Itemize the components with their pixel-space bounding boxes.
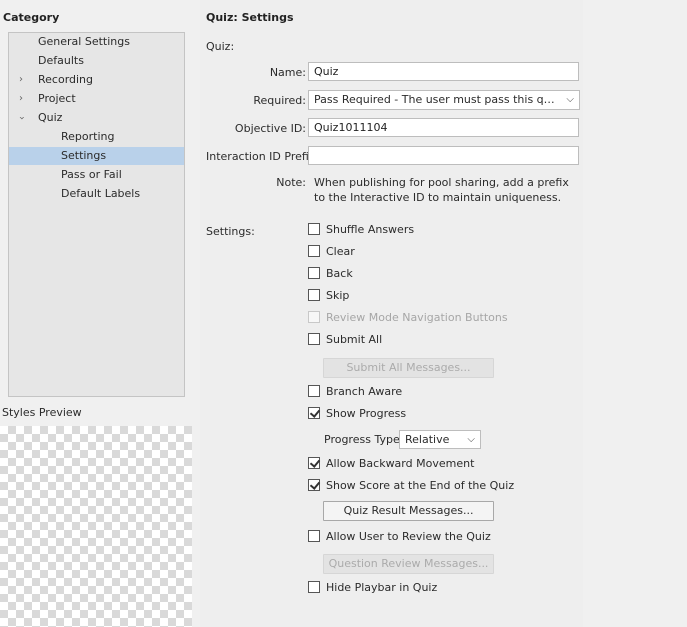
checkbox-label: Back bbox=[326, 267, 353, 280]
tree-item-label: Reporting bbox=[61, 130, 115, 143]
required-dropdown-value: Pass Required - The user must pass this … bbox=[314, 93, 579, 106]
checkbox-box[interactable] bbox=[308, 267, 320, 279]
tree-item-quiz[interactable]: › Quiz bbox=[9, 109, 184, 127]
name-input[interactable] bbox=[308, 62, 579, 81]
checkbox-label: Skip bbox=[326, 289, 350, 302]
progress-type-label: Progress Type: bbox=[324, 433, 404, 446]
note-label: Note: bbox=[276, 176, 306, 189]
question-review-messages-button: Question Review Messages... bbox=[323, 554, 494, 574]
checkbox-label: Review Mode Navigation Buttons bbox=[326, 311, 508, 324]
tree-item-reporting[interactable]: Reporting bbox=[9, 128, 184, 146]
checkbox-box[interactable] bbox=[308, 385, 320, 397]
required-dropdown[interactable]: Pass Required - The user must pass this … bbox=[308, 90, 580, 110]
chevron-right-icon[interactable]: › bbox=[16, 90, 26, 108]
tree-item-label: Quiz bbox=[38, 111, 63, 124]
tree-item-label: Project bbox=[38, 92, 76, 105]
progress-type-dropdown[interactable]: Relative ⌵ bbox=[399, 430, 481, 449]
progress-type-value: Relative bbox=[405, 433, 450, 446]
chevron-down-icon: ⌵ bbox=[467, 434, 475, 445]
submit-all-messages-button: Submit All Messages... bbox=[323, 358, 494, 378]
tree-item-default-labels[interactable]: Default Labels bbox=[9, 185, 184, 203]
interaction-id-prefix-label: Interaction ID Prefix: bbox=[206, 150, 320, 163]
checkbox-box[interactable] bbox=[308, 289, 320, 301]
tree-item-general-settings[interactable]: General Settings bbox=[9, 33, 184, 51]
checkbox-box[interactable] bbox=[308, 333, 320, 345]
checkbox-box[interactable] bbox=[308, 479, 320, 491]
settings-section-label: Settings: bbox=[206, 225, 255, 238]
tree-item-recording[interactable]: › Recording bbox=[9, 71, 184, 89]
styles-preview-canvas bbox=[0, 426, 192, 627]
checkbox-label: Allow User to Review the Quiz bbox=[326, 530, 491, 543]
tree-item-label: Default Labels bbox=[61, 187, 141, 200]
checkbox-label: Show Progress bbox=[326, 407, 407, 420]
checkbox-label: Branch Aware bbox=[326, 385, 403, 398]
checkbox-box[interactable] bbox=[308, 457, 320, 469]
chevron-down-icon: ⌵ bbox=[566, 94, 574, 105]
page-title: Quiz: Settings bbox=[206, 11, 294, 24]
checkbox-label: Clear bbox=[326, 245, 355, 258]
category-heading: Category bbox=[3, 11, 60, 24]
tree-item-pass-or-fail[interactable]: Pass or Fail bbox=[9, 166, 184, 184]
required-label: Required: bbox=[253, 94, 306, 107]
name-label: Name: bbox=[269, 66, 306, 79]
checkbox-label: Hide Playbar in Quiz bbox=[326, 581, 438, 594]
tree-item-label: Recording bbox=[38, 73, 94, 86]
tree-item-label: General Settings bbox=[38, 35, 130, 48]
styles-preview-heading: Styles Preview bbox=[2, 406, 82, 419]
checkbox-box[interactable] bbox=[308, 223, 320, 235]
objective-id-label: Objective ID: bbox=[234, 122, 306, 135]
category-tree[interactable]: General Settings Defaults › Recording › … bbox=[8, 32, 185, 397]
objective-id-input[interactable] bbox=[308, 118, 579, 137]
tree-item-label: Defaults bbox=[38, 54, 84, 67]
note-text: When publishing for pool sharing, add a … bbox=[314, 175, 569, 205]
checkbox-box[interactable] bbox=[308, 407, 320, 419]
checkbox-label: Shuffle Answers bbox=[326, 223, 415, 236]
quiz-section-label: Quiz: bbox=[206, 40, 235, 53]
tree-item-project[interactable]: › Project bbox=[9, 90, 184, 108]
note-line: to the Interactive ID to maintain unique… bbox=[314, 191, 562, 204]
tree-item-defaults[interactable]: Defaults bbox=[9, 52, 184, 70]
checkbox-box bbox=[308, 311, 320, 323]
checkbox-label: Allow Backward Movement bbox=[326, 457, 475, 470]
quiz-result-messages-button[interactable]: Quiz Result Messages... bbox=[323, 501, 494, 521]
chevron-down-icon[interactable]: › bbox=[12, 113, 30, 123]
tree-item-label: Pass or Fail bbox=[61, 168, 122, 181]
checkbox-box[interactable] bbox=[308, 530, 320, 542]
checkbox-box[interactable] bbox=[308, 581, 320, 593]
checkbox-label: Submit All bbox=[326, 333, 383, 346]
chevron-right-icon[interactable]: › bbox=[16, 71, 26, 89]
interaction-id-prefix-input[interactable] bbox=[308, 146, 579, 165]
checkbox-box[interactable] bbox=[308, 245, 320, 257]
tree-item-settings[interactable]: Settings bbox=[9, 147, 184, 165]
note-line: When publishing for pool sharing, add a … bbox=[314, 176, 569, 189]
category-panel: Category General Settings Defaults › Rec… bbox=[0, 0, 194, 627]
checkbox-label: Show Score at the End of the Quiz bbox=[326, 479, 515, 492]
tree-item-label: Settings bbox=[61, 149, 107, 162]
